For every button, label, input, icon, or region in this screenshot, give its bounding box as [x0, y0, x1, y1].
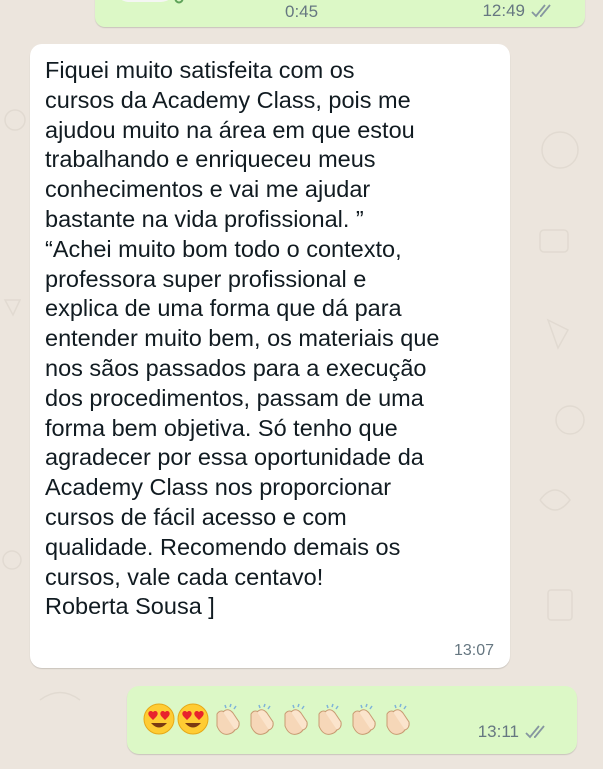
double-check-icon [525, 725, 545, 739]
message-line: professora super profissional e [45, 265, 367, 292]
message-line: “Achei muito bom todo o contexto, [45, 235, 402, 262]
double-check-icon [531, 4, 551, 18]
message-line: Fiquei muito satisfeita com os [45, 57, 355, 83]
clapping-hands-emoji [216, 703, 240, 735]
message-line: explica de uma forma que dá para [45, 295, 402, 322]
heart-eyes-emoji [177, 703, 209, 735]
message-timestamp: 13:07 [453, 642, 494, 659]
outgoing-message-bubble[interactable]: 13:11 [127, 686, 577, 754]
heart-eyes-emoji [143, 703, 175, 735]
voice-duration: 0:45 [285, 2, 319, 21]
message-line: Academy Class nos proporcionar [45, 474, 392, 501]
message-line: cursos de fácil acesso e com [45, 503, 347, 530]
message-line: entender muito bem, os materiais que [45, 325, 440, 352]
message-timestamp: 13:11 [477, 722, 519, 741]
emoji-row [143, 702, 413, 736]
message-line: cursos, vale cada centavo! [45, 563, 324, 590]
incoming-message-bubble[interactable]: Fiquei muito satisfeita com os cursos da… [30, 44, 510, 668]
clapping-hands-emoji [318, 703, 342, 735]
message-line: bastante na vida profissional. ” [45, 205, 364, 232]
voice-message-bubble[interactable]: 0:45 12:49 [95, 0, 585, 27]
clapping-hands-emoji [386, 703, 410, 735]
message-line: Roberta Sousa ] [45, 593, 215, 620]
message-timestamp: 12:49 [482, 1, 525, 20]
message-line: conhecimentos e vai me ajudar [45, 176, 371, 203]
voice-playhead-icon[interactable] [173, 0, 185, 4]
message-text: Fiquei muito satisfeita com os cursos da… [45, 56, 505, 622]
clapping-hands-emoji [250, 703, 274, 735]
message-line: agradecer por essa oportunidade da [45, 444, 424, 471]
message-line: trabalhando e enriqueceu meus [45, 146, 376, 173]
voice-progress-track[interactable] [115, 0, 175, 2]
message-line: nos sãos passados para a execução [45, 354, 427, 381]
message-line: dos procedimentos, passam de uma [45, 384, 424, 411]
clapping-hands-emoji [284, 703, 308, 735]
message-line: forma bem objetiva. Só tenho que [45, 414, 398, 441]
message-line: cursos da Academy Class, pois me [45, 86, 411, 113]
clapping-hands-emoji [352, 703, 376, 735]
message-line: qualidade. Recomendo demais os [45, 533, 401, 560]
message-line: ajudou muito na área em que estou [45, 116, 415, 143]
